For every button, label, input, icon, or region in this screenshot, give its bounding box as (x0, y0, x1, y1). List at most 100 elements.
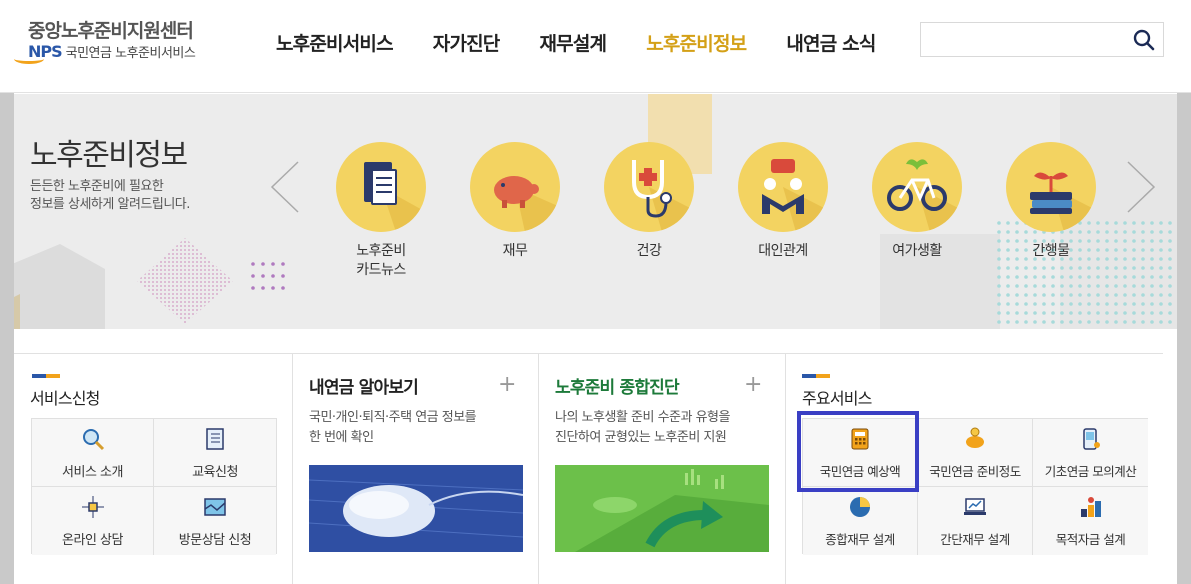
purpose-fund-label: 목적자금 설계 (1055, 532, 1126, 547)
service-intro-button[interactable]: 서비스 소개 (32, 419, 154, 487)
category-finance[interactable]: 재무 (470, 142, 604, 280)
info-banner: 노후준비정보 든든한 노후준비에 필요한 정보를 상세하게 알려드립니다. 노후… (0, 94, 1191, 329)
comprehensive-plan-label: 종합재무 설계 (825, 532, 895, 547)
service-apply-title: 서비스신청 (30, 389, 100, 408)
notebook-icon (206, 428, 224, 450)
piggy-coin-icon (966, 427, 984, 448)
main-services-panel: 주요서비스 국민연금 예상액 국민연금 준비정도 기초연금 모의계산 종합재무 … (786, 354, 1163, 584)
visit-consult-button[interactable]: 방문상담 신청 (154, 487, 276, 555)
logo-subtitle[interactable]: NPS 국민연금 노후준비서비스 (28, 42, 196, 61)
people-chat-icon (738, 142, 828, 232)
category-label-line1: 여가생활 (892, 243, 942, 259)
nav-item-self-diagnosis[interactable]: 자가진단 (433, 29, 501, 56)
pension-lookup-title[interactable]: 내연금 알아보기 (309, 373, 419, 398)
dots-decoration (251, 262, 285, 290)
basic-pension-simulation-button[interactable]: 기초연금 모의계산 (1033, 419, 1148, 487)
service-intro-label: 서비스 소개 (62, 465, 123, 480)
category-label: 대인관계 (738, 242, 828, 261)
nav-item-pension-news[interactable]: 내연금 소식 (786, 29, 876, 56)
category-label-line2: 카드뉴스 (356, 262, 406, 278)
diagnosis-desc: 나의 노후생활 준비 수준과 유형을 진단하여 균형있는 노후준비 지원 (555, 408, 769, 448)
left-gutter (0, 93, 14, 584)
calculator-icon (851, 428, 869, 450)
category-card-news[interactable]: 노후준비 카드뉴스 (336, 142, 470, 280)
map-icon (204, 498, 226, 516)
nav-item-retirement-service[interactable]: 노후준비서비스 (276, 29, 394, 56)
banner-desc-line2: 정보를 상세하게 알려드립니다. (30, 197, 190, 212)
magnifier-icon (82, 429, 104, 451)
network-icon (81, 496, 104, 518)
panel-accent-bar (32, 374, 60, 378)
pension-more-plus-icon[interactable]: + (498, 372, 516, 397)
search-input[interactable] (921, 23, 1121, 56)
right-gutter (1177, 93, 1191, 584)
page: 중앙노후준비지원센터 NPS 국민연금 노후준비서비스 노후준비서비스 자가진단… (0, 0, 1191, 584)
category-label-line1: 건강 (636, 243, 662, 259)
main-services-title: 주요서비스 (802, 389, 872, 408)
education-apply-button[interactable]: 교육신청 (154, 419, 276, 487)
pension-lookup-desc: 국민·개인·퇴직·주택 연금 정보를 한 번에 확인 (309, 408, 523, 448)
category-label: 재무 (470, 242, 560, 261)
service-apply-panel: 서비스신청 서비스 소개 교육신청 온라인 상담 방문상담 신청 (14, 354, 293, 584)
pension-estimate-label: 국민연금 예상액 (819, 464, 901, 479)
search-box (920, 22, 1164, 57)
category-label-line1: 간행물 (1032, 243, 1070, 259)
bottom-panels: 서비스신청 서비스 소개 교육신청 온라인 상담 방문상담 신청 내연금 알아보… (14, 353, 1163, 584)
pension-desc-line2: 한 번에 확인 (309, 430, 374, 445)
category-health[interactable]: 건강 (604, 142, 738, 280)
comprehensive-financial-plan-button[interactable]: 종합재무 설계 (803, 487, 918, 555)
simple-plan-label: 간단재무 설계 (940, 532, 1010, 547)
banner-desc-line1: 든든한 노후준비에 필요한 (30, 179, 164, 194)
banner-description: 든든한 노후준비에 필요한 정보를 상세하게 알려드립니다. (30, 178, 230, 214)
online-consult-button[interactable]: 온라인 상담 (32, 487, 154, 555)
coins-bags-icon (1080, 497, 1101, 517)
service-apply-grid: 서비스 소개 교육신청 온라인 상담 방문상담 신청 (31, 418, 277, 555)
basic-pension-simulation-label: 기초연금 모의계산 (1044, 464, 1137, 479)
chevron-left-icon[interactable] (268, 160, 302, 214)
pension-desc-line1: 국민·개인·퇴직·주택 연금 정보를 (309, 410, 477, 425)
nav-item-financial-planning[interactable]: 재무설계 (540, 29, 608, 56)
growth-chart-image (555, 465, 769, 552)
category-label-line1: 재무 (502, 243, 528, 259)
nav-item-retirement-info[interactable]: 노후준비정보 (646, 29, 747, 56)
diamond-pattern-decoration (137, 238, 233, 324)
search-icon[interactable] (1133, 29, 1155, 51)
diagnosis-desc-line2: 진단하여 균형있는 노후준비 지원 (555, 430, 727, 445)
banner-title: 노후준비정보 (30, 138, 188, 173)
piggy-bank-icon (470, 142, 560, 232)
pension-readiness-label: 국민연금 준비정도 (929, 464, 1021, 479)
card-news-icon (336, 142, 426, 232)
purpose-fund-plan-button[interactable]: 목적자금 설계 (1033, 487, 1148, 555)
online-consult-label: 온라인 상담 (62, 533, 123, 548)
category-label: 여가생활 (872, 242, 962, 261)
category-publications[interactable]: 간행물 (1006, 142, 1140, 280)
category-label-line1: 노후준비 (356, 243, 406, 259)
category-relationships[interactable]: 대인관계 (738, 142, 872, 280)
main-services-grid: 국민연금 예상액 국민연금 준비정도 기초연금 모의계산 종합재무 설계 간단재… (802, 418, 1148, 555)
logo-brand: NPS (28, 42, 63, 61)
books-sprout-icon (1006, 142, 1096, 232)
category-list: 노후준비 카드뉴스 재무 건강 대인관계 여가생활 간행물 (336, 142, 1140, 280)
diagnosis-title[interactable]: 노후준비 종합진단 (555, 373, 680, 398)
site-header: 중앙노후준비지원센터 NPS 국민연금 노후준비서비스 노후준비서비스 자가진단… (0, 0, 1191, 93)
pension-lookup-card[interactable]: 내연금 알아보기 + 국민·개인·퇴직·주택 연금 정보를 한 번에 확인 (293, 354, 539, 584)
stethoscope-icon (604, 142, 694, 232)
phone-touch-icon (1082, 428, 1100, 450)
pie-chart-icon (850, 497, 870, 517)
visit-consult-label: 방문상담 신청 (178, 533, 252, 548)
laptop-chart-icon (964, 498, 986, 515)
main-nav: 노후준비서비스 자가진단 재무설계 노후준비정보 내연금 소식 (276, 29, 916, 56)
category-label: 노후준비 카드뉴스 (336, 242, 426, 280)
national-pension-estimate-button[interactable]: 국민연금 예상액 (803, 419, 918, 487)
category-label-line1: 대인관계 (758, 243, 808, 259)
category-label: 간행물 (1006, 242, 1096, 261)
panel-accent-bar (802, 374, 830, 378)
category-leisure[interactable]: 여가생활 (872, 142, 1006, 280)
simple-financial-plan-button[interactable]: 간단재무 설계 (918, 487, 1033, 555)
comprehensive-diagnosis-card[interactable]: 노후준비 종합진단 + 나의 노후생활 준비 수준과 유형을 진단하여 균형있는… (539, 354, 786, 584)
diagnosis-more-plus-icon[interactable]: + (744, 372, 762, 397)
diagnosis-desc-line1: 나의 노후생활 준비 수준과 유형을 (555, 410, 730, 425)
pension-readiness-button[interactable]: 국민연금 준비정도 (918, 419, 1033, 487)
category-label: 건강 (604, 242, 694, 261)
logo-title[interactable]: 중앙노후준비지원센터 (28, 16, 194, 43)
